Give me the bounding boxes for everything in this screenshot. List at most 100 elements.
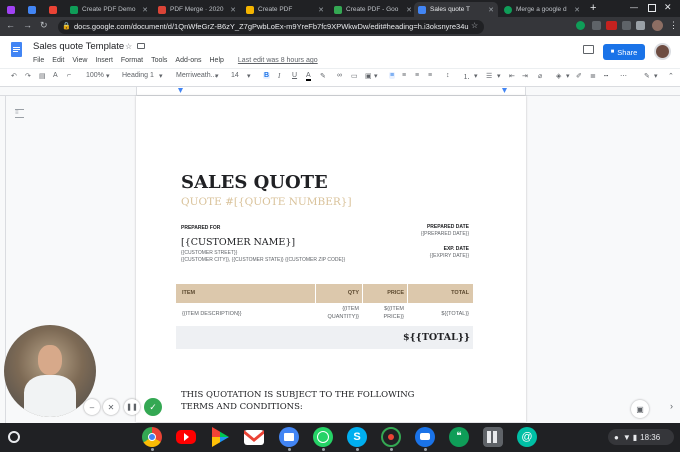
comment-icon[interactable]: ▭: [351, 72, 358, 80]
chrome-icon[interactable]: [142, 427, 162, 447]
recorder-cancel-button[interactable]: ✕: [103, 399, 119, 415]
system-tray[interactable]: ● ▼ ▮ 18:36: [608, 429, 674, 445]
spellcheck-icon[interactable]: A: [53, 72, 58, 79]
reload-icon[interactable]: ↻: [40, 20, 48, 31]
recorder-finish-button[interactable]: ✓: [144, 398, 162, 416]
forward-icon[interactable]: →: [23, 20, 32, 30]
italic-icon[interactable]: I: [278, 72, 280, 80]
style-select[interactable]: Heading 1: [122, 72, 154, 79]
hangouts-icon[interactable]: ❝: [449, 427, 469, 447]
extension-icon[interactable]: [636, 21, 645, 30]
bold-icon[interactable]: B: [263, 72, 271, 79]
extension-icon[interactable]: [592, 21, 601, 30]
maximize-button[interactable]: [648, 4, 656, 12]
menu-tools[interactable]: Tools: [151, 57, 167, 64]
font-size-select[interactable]: 14: [231, 72, 239, 79]
ruler[interactable]: [0, 87, 680, 96]
gmail-icon[interactable]: [244, 430, 264, 445]
side-panel-toggle-icon[interactable]: ›: [670, 401, 673, 411]
whatsapp-icon[interactable]: [313, 427, 333, 447]
chat-icon[interactable]: [415, 427, 435, 447]
back-icon[interactable]: ←: [6, 20, 15, 30]
tab-pinned-1[interactable]: [3, 2, 22, 17]
extension-icon[interactable]: [622, 21, 631, 30]
close-icon[interactable]: ✕: [484, 6, 494, 14]
menu-file[interactable]: File: [33, 57, 44, 64]
recorder-minimize-button[interactable]: –: [84, 399, 100, 415]
last-edit-link[interactable]: Last edit was 8 hours ago: [238, 57, 318, 64]
recorder-pause-button[interactable]: ❚❚: [124, 399, 140, 415]
account-avatar[interactable]: [654, 43, 671, 60]
align-center-icon[interactable]: ≡: [402, 72, 406, 79]
profile-avatar[interactable]: [652, 20, 663, 31]
menu-format[interactable]: Format: [121, 57, 143, 64]
explore-button[interactable]: ▣: [631, 400, 649, 418]
border-color-icon[interactable]: ✐: [576, 72, 582, 80]
move-folder-icon[interactable]: [137, 43, 145, 49]
font-select[interactable]: Merriweath...: [176, 72, 216, 79]
tab-pinned-2[interactable]: [24, 2, 43, 17]
redo-icon[interactable]: ↷: [25, 72, 31, 80]
link-icon[interactable]: ∞: [337, 72, 342, 79]
lock-icon[interactable]: 🔒: [62, 22, 71, 30]
tab-create-pdf-goo[interactable]: Create PDF - Goo ✕: [330, 2, 416, 17]
underline-icon[interactable]: U: [292, 72, 297, 79]
menu-insert[interactable]: Insert: [95, 57, 113, 64]
play-store-icon[interactable]: [210, 427, 230, 447]
clear-formatting-icon[interactable]: ⌀: [538, 72, 542, 80]
tab-pinned-3[interactable]: [45, 2, 64, 17]
files-icon[interactable]: [279, 427, 299, 447]
increase-indent-icon[interactable]: ⇥: [522, 72, 528, 80]
document-page[interactable]: SALES QUOTE QUOTE #[{QUOTE NUMBER}] PREP…: [136, 96, 526, 422]
close-icon[interactable]: ✕: [138, 6, 148, 14]
pdf-extension-icon[interactable]: [606, 21, 617, 30]
editing-mode-icon[interactable]: ✎: [644, 72, 650, 80]
share-button[interactable]: ■ Share: [603, 44, 645, 60]
close-icon[interactable]: ✕: [402, 6, 412, 14]
star-icon[interactable]: ☆: [125, 42, 132, 51]
minimize-button[interactable]: —: [630, 3, 638, 12]
close-window-button[interactable]: ✕: [664, 2, 672, 13]
close-icon[interactable]: ✕: [314, 6, 324, 14]
border-width-icon[interactable]: ≣: [590, 72, 596, 80]
email-icon[interactable]: @: [517, 427, 537, 447]
decrease-indent-icon[interactable]: ⇤: [509, 72, 515, 80]
line-spacing-icon[interactable]: ↕: [446, 72, 450, 79]
address-bar[interactable]: docs.google.com/document/d/1QnWfeGrZ-B6z…: [58, 19, 484, 34]
align-justify-icon[interactable]: ≡: [428, 72, 432, 79]
tab-merge-google-doc[interactable]: Merge a google d ✕: [500, 2, 584, 17]
youtube-icon[interactable]: [176, 430, 196, 444]
document-title[interactable]: Sales quote Template: [33, 41, 124, 52]
screen-recorder-icon[interactable]: [381, 427, 401, 447]
numbered-list-icon[interactable]: ⒈: [463, 72, 470, 82]
bulleted-list-icon[interactable]: ☰: [486, 72, 492, 80]
undo-icon[interactable]: ↶: [11, 72, 17, 80]
extension-icon[interactable]: [576, 21, 585, 30]
launcher-icon[interactable]: [8, 431, 20, 443]
fill-color-icon[interactable]: ◈: [556, 72, 561, 80]
zoom-select[interactable]: 100%: [86, 72, 104, 79]
menu-addons[interactable]: Add-ons: [175, 57, 201, 64]
paint-format-icon[interactable]: ⌐: [67, 72, 71, 79]
calculator-icon[interactable]: [483, 427, 503, 447]
close-icon[interactable]: ✕: [570, 6, 580, 14]
align-right-icon[interactable]: ≡: [415, 72, 419, 79]
webcam-overlay[interactable]: [4, 325, 96, 417]
image-icon[interactable]: ▣: [365, 72, 372, 80]
new-tab-button[interactable]: +: [590, 2, 596, 14]
skype-icon[interactable]: S: [347, 427, 367, 447]
menu-view[interactable]: View: [72, 57, 87, 64]
menu-edit[interactable]: Edit: [52, 57, 64, 64]
align-left-icon[interactable]: ≡: [389, 72, 396, 79]
tab-create-pdf[interactable]: Create PDF ✕: [242, 2, 328, 17]
tab-create-pdf-demo[interactable]: Create PDF Demo ✕: [66, 2, 152, 17]
docs-logo-icon[interactable]: [11, 42, 22, 57]
collapse-menu-icon[interactable]: ⌃: [668, 72, 674, 80]
tab-sales-quote[interactable]: Sales quote T ✕: [414, 2, 498, 17]
border-dash-icon[interactable]: ┅: [604, 72, 608, 80]
tab-pdf-merge[interactable]: PDF Merge · 2020 ✕: [154, 2, 240, 17]
print-icon[interactable]: ▤: [39, 72, 46, 80]
more-icon[interactable]: ⋯: [620, 72, 627, 80]
menu-help[interactable]: Help: [210, 57, 224, 64]
bookmark-star-icon[interactable]: ☆: [471, 21, 478, 30]
